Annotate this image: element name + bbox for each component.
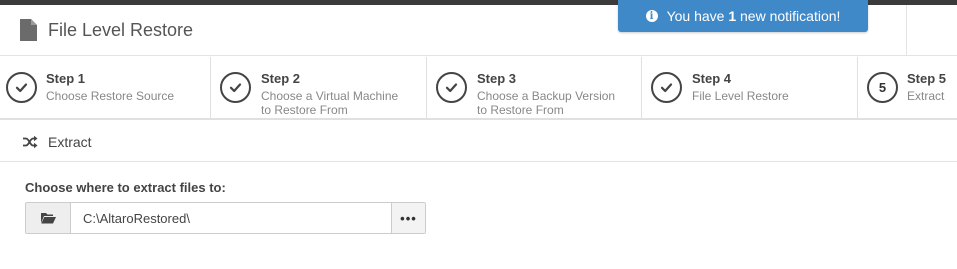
section-header: Extract (0, 122, 957, 162)
file-icon (20, 19, 37, 41)
step-description: File Level Restore (692, 89, 789, 103)
step-title: Step 1 (46, 71, 86, 86)
section-title: Extract (48, 134, 92, 150)
step-description: Choose a Backup Version to Restore From (477, 89, 616, 117)
step-title: Step 4 (692, 71, 732, 86)
extract-path-input[interactable] (71, 203, 391, 233)
notification-banner[interactable]: i You have 1 new notification! (618, 0, 868, 32)
step-description: Extract (907, 89, 945, 103)
extract-location-label: Choose where to extract files to: (25, 180, 226, 195)
notification-count: 1 (728, 8, 737, 24)
step-title: Step 3 (477, 71, 517, 86)
step-complete-check-icon (651, 72, 682, 103)
step-complete-check-icon (6, 72, 37, 103)
wizard-step-2[interactable]: Step 2 Choose a Virtual Machine to Resto… (211, 57, 427, 119)
header-divider (906, 5, 907, 56)
wizard-step-3[interactable]: Step 3 Choose a Backup Version to Restor… (427, 57, 642, 119)
step-title: Step 2 (261, 71, 301, 86)
open-folder-button[interactable] (26, 203, 71, 233)
shuffle-icon (23, 135, 38, 149)
info-icon: i (645, 10, 658, 22)
wizard-steps: Step 1 Choose Restore Source Step 2 Choo… (0, 57, 957, 120)
step-number-badge: 5 (867, 72, 898, 103)
wizard-step-1[interactable]: Step 1 Choose Restore Source (0, 57, 211, 119)
step-complete-check-icon (220, 72, 251, 103)
folder-open-icon (40, 213, 56, 224)
step-description: Choose Restore Source (46, 89, 175, 103)
wizard-step-5[interactable]: 5 Step 5 Extract (858, 57, 957, 119)
step-complete-check-icon (436, 72, 467, 103)
step-title: Step 5 (907, 71, 947, 86)
page-title: File Level Restore (48, 20, 194, 40)
notification-text: You have 1 new notification! (666, 8, 841, 24)
wizard-step-4[interactable]: Step 4 File Level Restore (642, 57, 858, 119)
browse-button[interactable]: ••• (391, 203, 425, 233)
step-description: Choose a Virtual Machine to Restore From (261, 89, 399, 117)
extract-path-group: ••• (25, 202, 426, 234)
